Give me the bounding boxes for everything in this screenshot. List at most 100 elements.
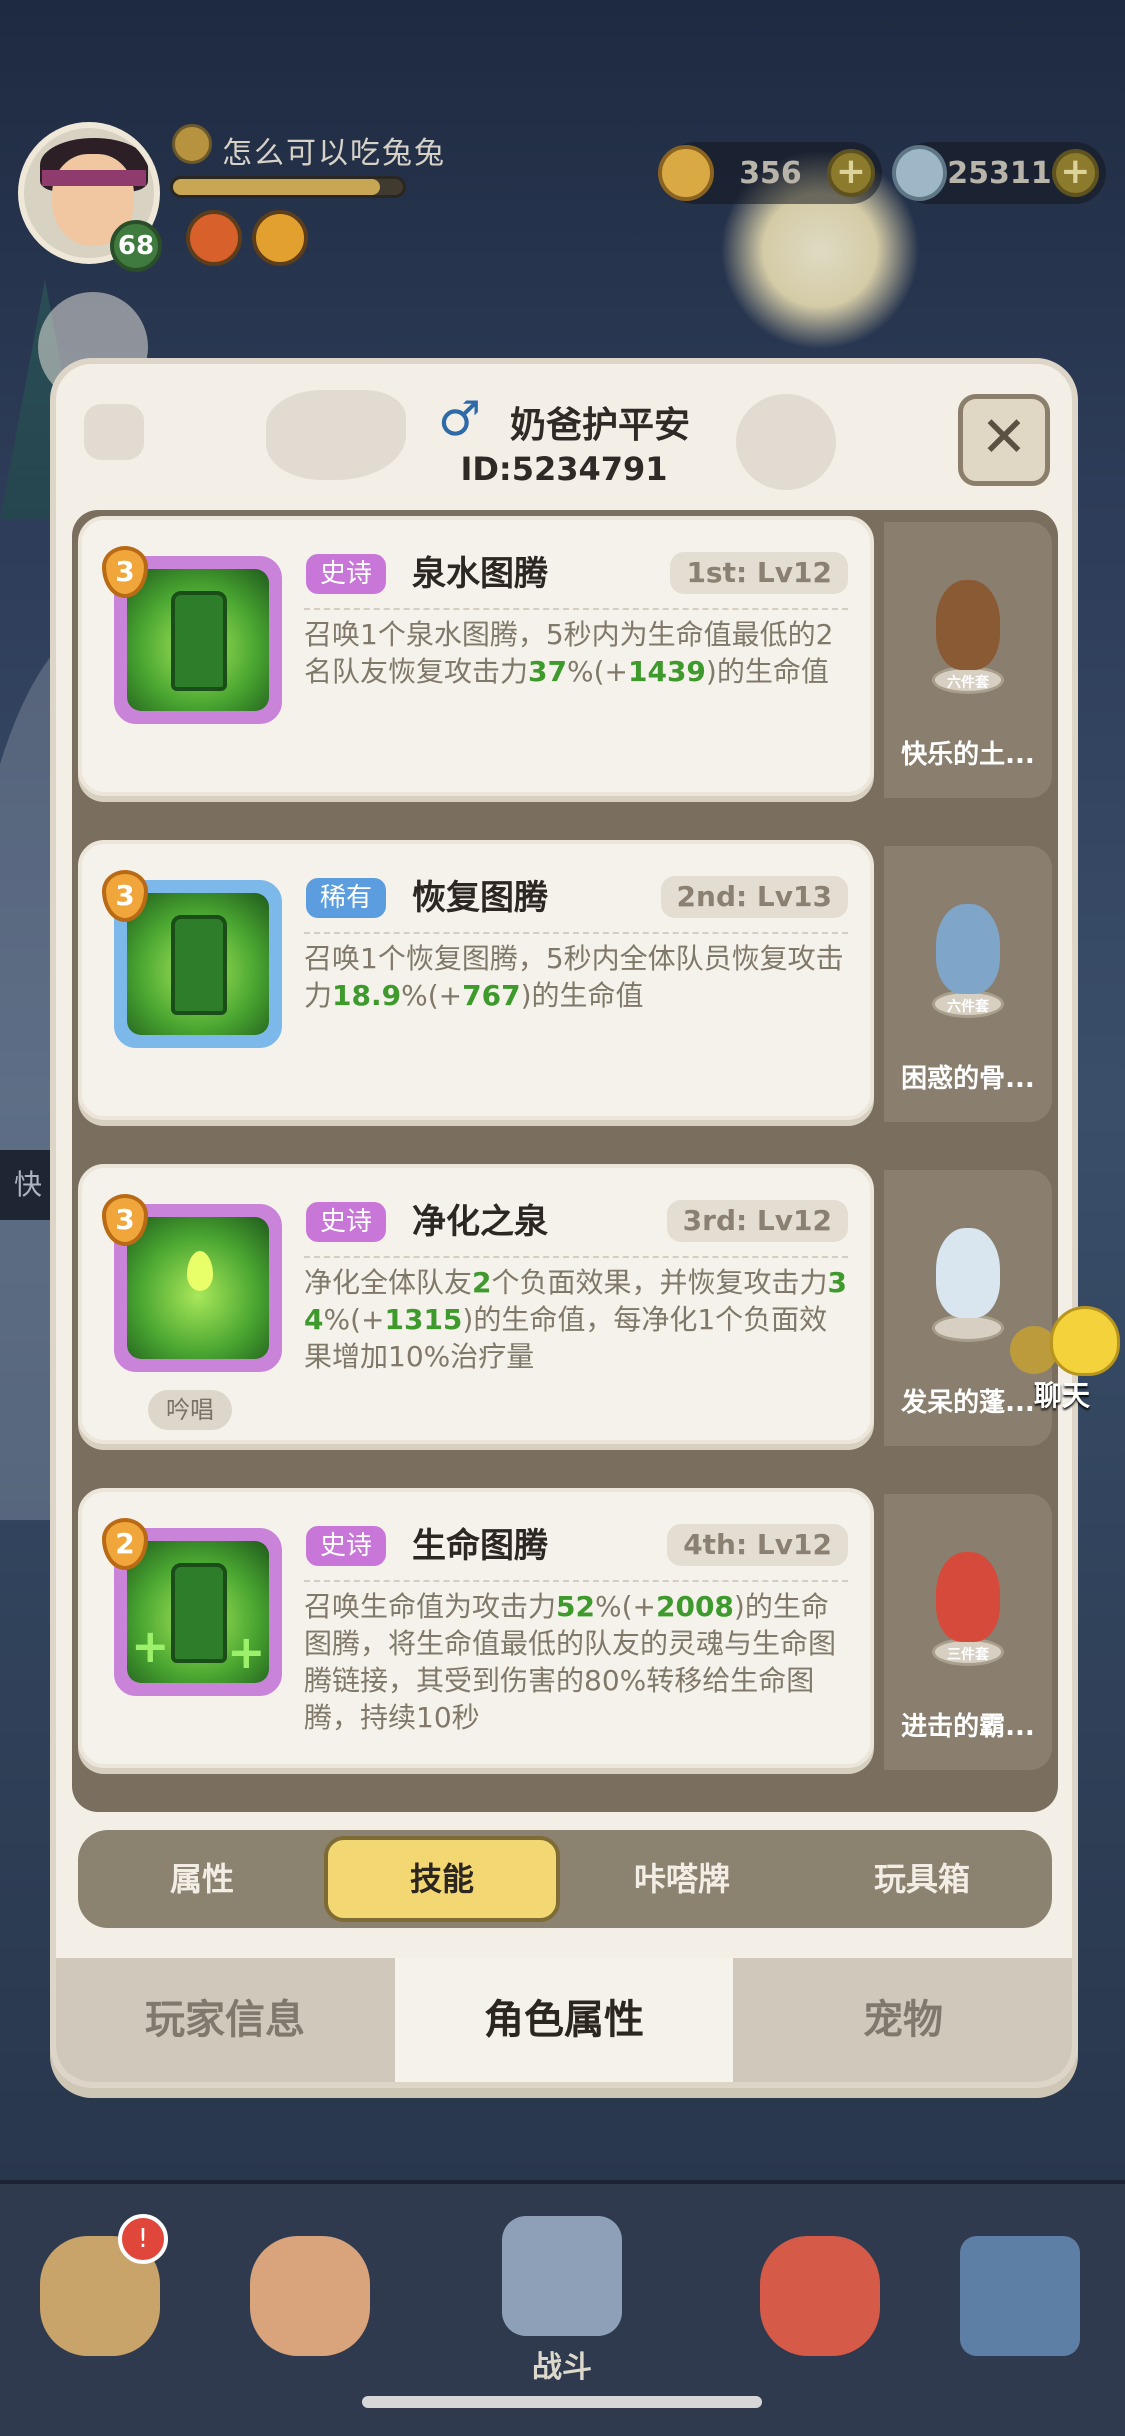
pet-name: 进击的霸... (901, 1712, 1035, 1742)
level-badge: 68 (110, 220, 162, 272)
fire-badge-icon[interactable] (186, 210, 242, 266)
nav-item-pet[interactable] (740, 2224, 900, 2404)
skill-name: 恢复图腾 (412, 878, 548, 918)
panel-title: 奶爸护平安 (510, 405, 691, 446)
skill-name: 生命图腾 (412, 1526, 548, 1566)
subtab-1[interactable]: 技能 (324, 1836, 560, 1922)
skill-rank-badge: 3rd: Lv12 (666, 1200, 848, 1242)
subtab-0[interactable]: 属性 (84, 1836, 320, 1922)
subtab-3[interactable]: 玩具箱 (804, 1836, 1040, 1922)
pet-art (936, 580, 1000, 670)
sword-icon (502, 2216, 622, 2336)
pet-art (936, 904, 1000, 994)
nav-item-shop[interactable] (940, 2224, 1100, 2404)
bottom-tab-bar: 玩家信息 角色属性 宠物 (56, 1958, 1072, 2082)
skill-description: 召唤1个恢复图腾，5秒内全体队员恢复攻击力18.9%(+767)的生命值 (304, 942, 844, 1012)
chant-tag: 吟唱 (148, 1390, 232, 1430)
totem-icon (171, 591, 227, 691)
notification-badge: ! (118, 2214, 168, 2264)
pet-figure: 六件套 (918, 548, 1018, 698)
xp-bar-fill (173, 179, 380, 195)
skill-art (127, 893, 269, 1035)
pet-figure: 六件套 (918, 872, 1018, 1022)
side-tab[interactable]: 快 (0, 1150, 56, 1220)
divider (304, 1256, 848, 1258)
skill-description: 召唤1个泉水图腾，5秒内为生命值最低的2名队友恢复攻击力37%(+1439)的生… (304, 618, 834, 688)
subtab-2[interactable]: 咔嗒牌 (564, 1836, 800, 1922)
skill-card[interactable]: + +2 史诗 生命图腾 4th: Lv12 召唤生命值为攻击力52%(+2008)的生命… (78, 1488, 874, 1768)
add-gold-button[interactable]: + (827, 149, 875, 197)
divider (304, 608, 848, 610)
skill-card[interactable]: 3 史诗 净化之泉 3rd: Lv12 净化全体队友2个负面效果，并恢复攻击力34%(+… (78, 1164, 874, 1444)
skill-rank-badge: 2nd: Lv13 (660, 876, 848, 918)
chat-label: 聊天 (1034, 1379, 1091, 1412)
pet-slot[interactable]: 六件套快乐的土... (884, 522, 1052, 798)
nav-item-battle[interactable]: 战斗 (482, 2204, 642, 2385)
player-name: 怎么可以吃兔兔 (222, 136, 446, 171)
skill-description: 净化全体队友2个负面效果，并恢复攻击力34%(+1315)的生命值，每净化1个负… (304, 1266, 847, 1373)
shop-icon (960, 2236, 1080, 2356)
skill-row[interactable]: 3 史诗 净化之泉 3rd: Lv12 净化全体队友2个负面效果，并恢复攻击力34%(+… (72, 1158, 1058, 1458)
skill-description: 召唤生命值为攻击力52%(+2008)的生命图腾，将生命值最低的队友的灵魂与生命… (304, 1590, 837, 1734)
pet-set-label: 三件套 (947, 1647, 989, 1663)
emblem-badge-icon[interactable] (252, 210, 308, 266)
gem-value: 25311 (947, 155, 1052, 191)
pet-art (936, 1228, 1000, 1318)
player-profile-panel: ♂ 奶爸护平安 ID:5234791 ✕ 3 史诗 泉水图腾 1st: Lv12 召唤1… (50, 358, 1078, 2088)
chat-button[interactable]: 聊天 (1010, 1296, 1120, 1412)
pet-figure (918, 1196, 1018, 1346)
skill-name: 净化之泉 (412, 1202, 548, 1242)
bottom-tab-2[interactable]: 宠物 (734, 1958, 1072, 2082)
bottom-tab-1[interactable]: 角色属性 (395, 1958, 733, 2082)
skill-card[interactable]: 3 稀有 恢复图腾 2nd: Lv13 召唤1个恢复图腾，5秒内全体队员恢复攻击力18.… (78, 840, 874, 1120)
skill-row[interactable]: 3 稀有 恢复图腾 2nd: Lv13 召唤1个恢复图腾，5秒内全体队员恢复攻击力18.… (72, 834, 1058, 1134)
nav-item-hero[interactable] (230, 2224, 390, 2404)
totem-icon (171, 1563, 227, 1663)
male-icon: ♂ (438, 391, 482, 447)
divider (304, 932, 848, 934)
title-emblem-icon (172, 124, 212, 164)
skill-rarity-badge: 稀有 (306, 878, 387, 918)
water-drop-icon (187, 1251, 213, 1291)
nav-label-battle: 战斗 (532, 2350, 592, 2385)
skill-row[interactable]: 3 史诗 泉水图腾 1st: Lv12 召唤1个泉水图腾，5秒内为生命值最低的2名队友恢… (72, 510, 1058, 810)
xp-bar (170, 176, 406, 198)
hero-icon (250, 2236, 370, 2356)
gold-counter: 356 + (658, 142, 882, 204)
divider (304, 1580, 848, 1582)
chat-face-icon (1050, 1306, 1120, 1376)
nav-item-character[interactable]: ! (20, 2214, 180, 2404)
skill-rarity-badge: 史诗 (306, 1526, 387, 1566)
skill-art: + + (127, 1541, 269, 1683)
skill-rank-badge: 1st: Lv12 (670, 552, 848, 594)
skill-card[interactable]: 3 史诗 泉水图腾 1st: Lv12 召唤1个泉水图腾，5秒内为生命值最低的2名队友恢… (78, 516, 874, 796)
gold-value: 356 (739, 155, 802, 191)
pet-pedestal (932, 1314, 1004, 1342)
skill-rank-badge: 4th: Lv12 (667, 1524, 848, 1566)
totem-icon (171, 915, 227, 1015)
gold-icon (658, 145, 714, 201)
skill-rarity-badge: 史诗 (306, 554, 387, 594)
gem-counter: 25311 + (892, 142, 1106, 204)
add-gem-button[interactable]: + (1051, 149, 1099, 197)
player-id: ID:5234791 (460, 450, 668, 488)
skill-row[interactable]: + +2 史诗 生命图腾 4th: Lv12 召唤生命值为攻击力52%(+2008)的生命… (72, 1482, 1058, 1782)
sub-tab-bar: 属性 技能 咔嗒牌 玩具箱 (78, 1830, 1052, 1928)
pet-icon (760, 2236, 880, 2356)
skill-rarity-badge: 史诗 (306, 1202, 387, 1242)
pet-name: 困惑的骨... (901, 1064, 1035, 1094)
skill-name: 泉水图腾 (412, 554, 548, 594)
pet-name: 快乐的土... (901, 740, 1035, 770)
pet-set-label: 六件套 (947, 675, 989, 691)
close-button[interactable]: ✕ (958, 394, 1050, 486)
avatar-headband (42, 170, 146, 186)
skill-art (127, 569, 269, 711)
home-indicator (362, 2396, 762, 2408)
pet-slot[interactable]: 六件套困惑的骨... (884, 846, 1052, 1122)
bottom-tab-0[interactable]: 玩家信息 (56, 1958, 394, 2082)
plus-icon: + (131, 1619, 170, 1673)
pet-art (936, 1552, 1000, 1642)
pet-slot[interactable]: 三件套进击的霸... (884, 1494, 1052, 1770)
skills-list[interactable]: 3 史诗 泉水图腾 1st: Lv12 召唤1个泉水图腾，5秒内为生命值最低的2名队友恢… (72, 510, 1058, 1812)
gem-icon (892, 145, 948, 201)
